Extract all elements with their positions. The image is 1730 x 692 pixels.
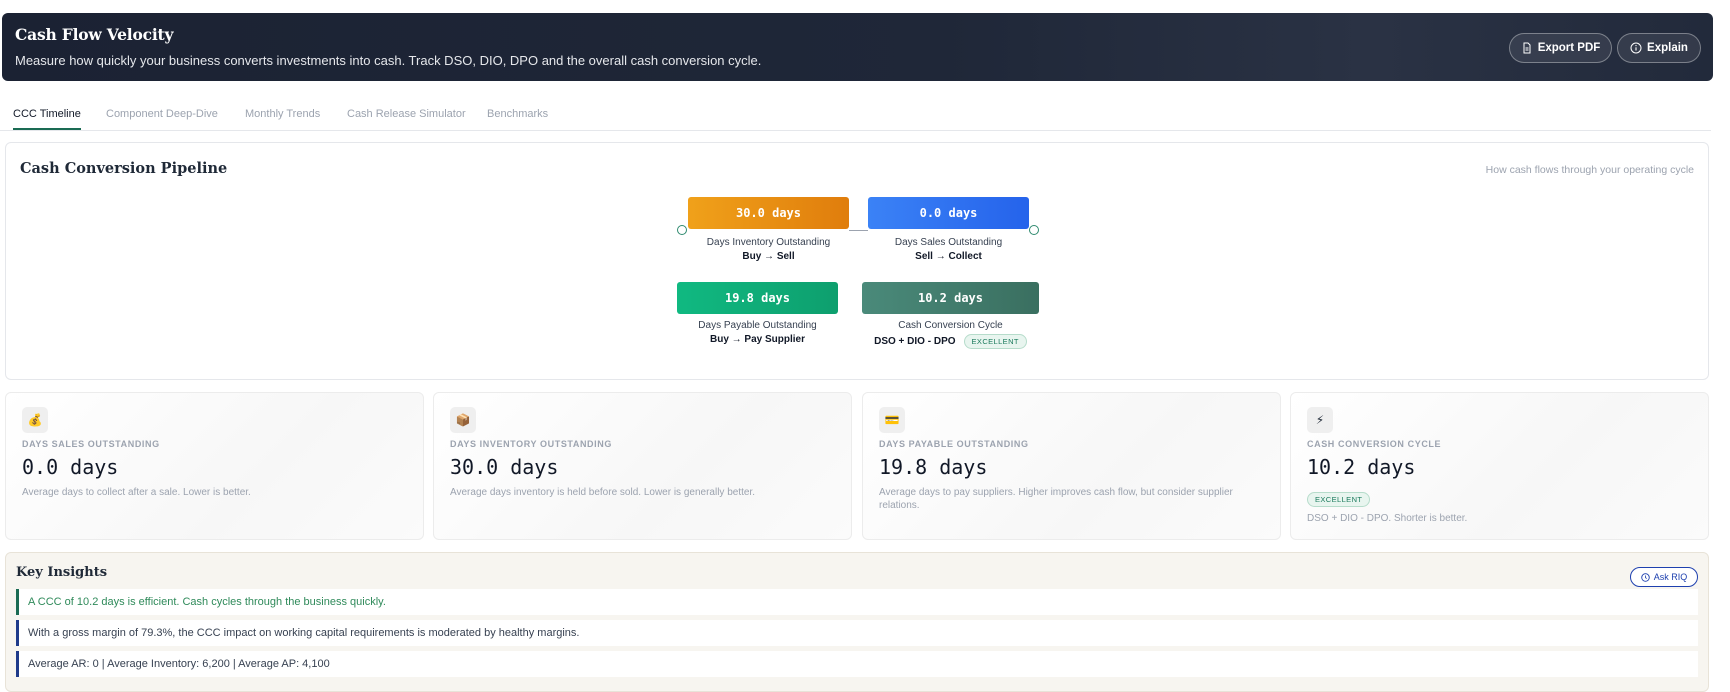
metric-card-ccc: ⚡ CASH CONVERSION CYCLE 10.2 days EXCELL…	[1290, 392, 1709, 540]
dpo-caption: Days Payable Outstanding Buy → Pay Suppl…	[677, 320, 838, 345]
metric-description: DSO + DIO - DPO. Shorter is better.	[1307, 513, 1468, 524]
dpo-sub: Buy → Pay Supplier	[709, 334, 806, 345]
metric-description: Average days inventory is held before so…	[450, 487, 755, 498]
ccc-label: Cash Conversion Cycle	[898, 320, 1003, 331]
metric-value: 0.0 days	[22, 455, 119, 479]
ask-riq-button[interactable]: Ask RIQ	[1630, 567, 1698, 587]
money-bag-icon: 💰	[22, 407, 48, 433]
tab-ccc-timeline[interactable]: CCC Timeline	[13, 108, 81, 130]
page-title: Cash Flow Velocity	[15, 25, 174, 44]
pipeline-end-node	[1029, 225, 1039, 235]
export-pdf-button[interactable]: Export PDF	[1509, 33, 1612, 63]
help-circle-icon	[1641, 572, 1650, 582]
tab-bar: CCC Timeline Component Deep-Dive Monthly…	[0, 104, 1711, 131]
ccc-caption: Cash Conversion Cycle DSO + DIO - DPO EX…	[862, 320, 1039, 349]
explain-label: Explain	[1647, 42, 1688, 54]
ask-riq-label: Ask RIQ	[1653, 572, 1688, 582]
pipeline-start-node	[677, 225, 687, 235]
dio-label: Days Inventory Outstanding	[706, 237, 831, 248]
metric-card-dio: 📦 DAYS INVENTORY OUTSTANDING 30.0 days A…	[433, 392, 852, 540]
dio-caption: Days Inventory Outstanding Buy → Sell	[688, 237, 849, 262]
dso-pill: 0.0 days	[868, 197, 1029, 229]
metric-label: DAYS INVENTORY OUTSTANDING	[450, 439, 612, 449]
metric-label: DAYS PAYABLE OUTSTANDING	[879, 439, 1029, 449]
metric-card-dpo: 💳 DAYS PAYABLE OUTSTANDING 19.8 days Ave…	[862, 392, 1281, 540]
ccc-sub-row: DSO + DIO - DPO EXCELLENT	[862, 334, 1039, 349]
status-badge: EXCELLENT	[1307, 492, 1371, 507]
dso-label: Days Sales Outstanding	[894, 237, 1003, 248]
cash-conversion-pipeline: Cash Conversion Pipeline How cash flows …	[5, 142, 1709, 380]
pipeline-hint: How cash flows through your operating cy…	[1485, 164, 1694, 176]
dpo-label: Days Payable Outstanding	[698, 320, 817, 331]
ccc-sub: DSO + DIO - DPO	[874, 336, 956, 347]
metric-card-dso: 💰 DAYS SALES OUTSTANDING 0.0 days Averag…	[5, 392, 424, 540]
dso-caption: Days Sales Outstanding Sell → Collect	[868, 237, 1029, 262]
metric-value: 10.2 days	[1307, 455, 1416, 479]
insight-row: With a gross margin of 79.3%, the CCC im…	[16, 620, 1698, 646]
page-header: Cash Flow Velocity Measure how quickly y…	[2, 13, 1713, 81]
metric-label: DAYS SALES OUTSTANDING	[22, 439, 160, 449]
document-icon	[1523, 42, 1531, 54]
ccc-status-badge: EXCELLENT	[963, 334, 1027, 349]
tab-monthly-trends[interactable]: Monthly Trends	[245, 108, 320, 128]
dso-sub: Sell → Collect	[915, 251, 982, 262]
tab-benchmarks[interactable]: Benchmarks	[487, 108, 548, 128]
dio-sub: Buy → Sell	[742, 251, 795, 262]
metric-badge-wrap: EXCELLENT	[1307, 489, 1371, 507]
metric-description: Average days to collect after a sale. Lo…	[22, 487, 251, 498]
metric-label: CASH CONVERSION CYCLE	[1307, 439, 1442, 449]
explain-button[interactable]: Explain	[1617, 33, 1701, 63]
key-insights-panel: Key Insights Ask RIQ A CCC of 10.2 days …	[5, 552, 1709, 692]
credit-card-icon: 💳	[879, 407, 905, 433]
insight-row: Average AR: 0 | Average Inventory: 6,200…	[16, 651, 1698, 677]
lightning-icon: ⚡	[1307, 407, 1333, 433]
info-icon	[1630, 42, 1642, 54]
dio-pill: 30.0 days	[688, 197, 849, 229]
ccc-pill: 10.2 days	[862, 282, 1039, 314]
pipeline-title: Cash Conversion Pipeline	[20, 160, 228, 177]
page-subtitle: Measure how quickly your business conver…	[15, 53, 762, 68]
insights-title: Key Insights	[16, 565, 108, 580]
insight-row: A CCC of 10.2 days is efficient. Cash cy…	[16, 589, 1698, 615]
tab-component-deep-dive[interactable]: Component Deep-Dive	[106, 108, 218, 128]
metric-value: 19.8 days	[879, 455, 988, 479]
metric-value: 30.0 days	[450, 455, 559, 479]
metric-description: Average days to pay suppliers. Higher im…	[879, 487, 1233, 511]
export-pdf-label: Export PDF	[1537, 42, 1601, 54]
package-icon: 📦	[450, 407, 476, 433]
dpo-pill: 19.8 days	[677, 282, 838, 314]
tab-cash-release-simulator[interactable]: Cash Release Simulator	[347, 108, 466, 128]
pipeline-connector	[849, 230, 868, 231]
